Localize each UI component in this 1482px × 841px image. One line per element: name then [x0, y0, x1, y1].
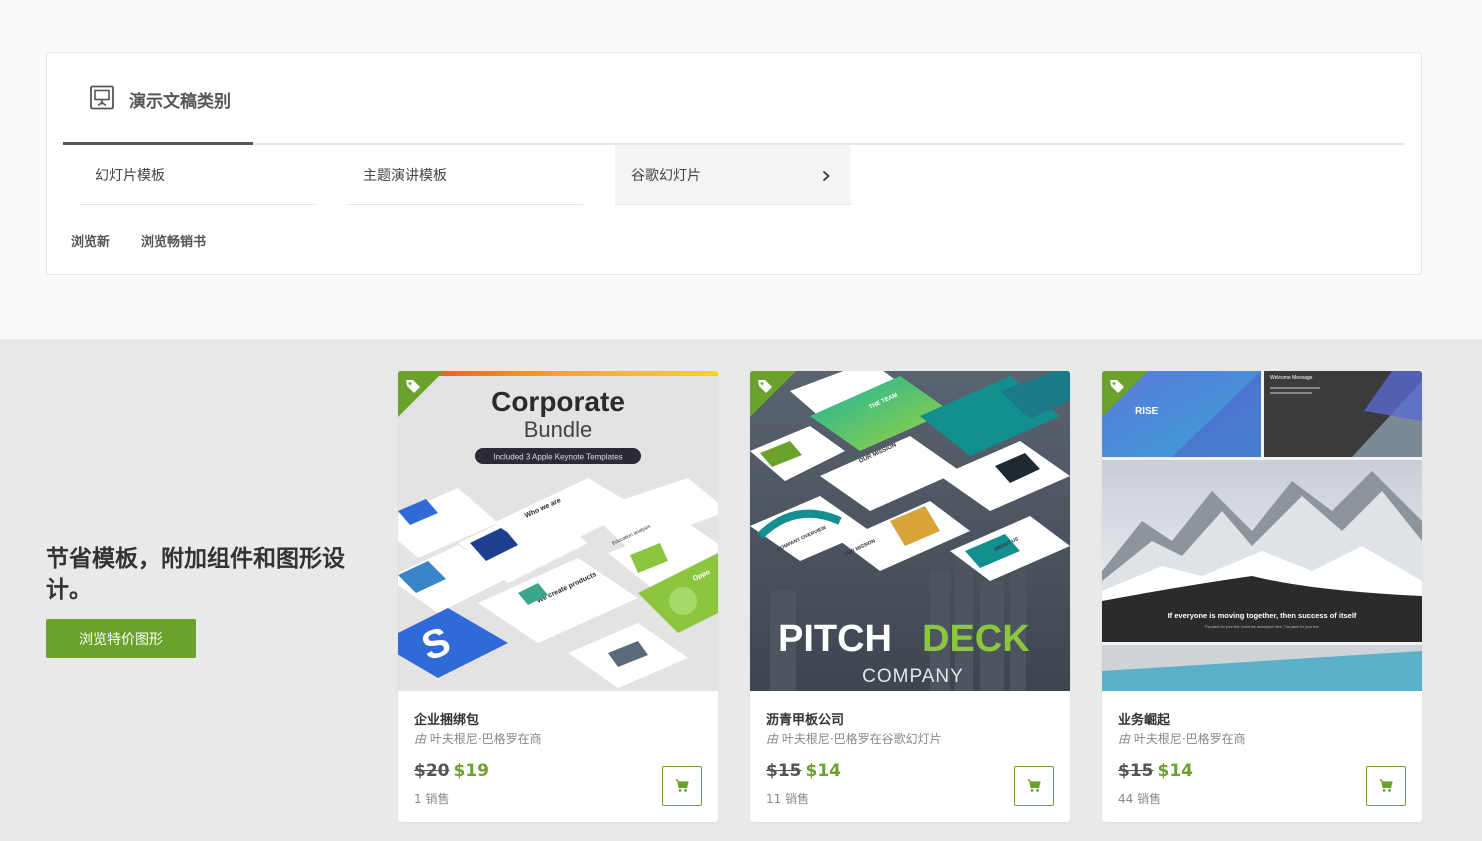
thumb-quote-sub: The place for your text. Insert the desc… [1205, 625, 1320, 629]
product-card[interactable]: RISE Welcome Message If everyone is movi… [1102, 371, 1422, 822]
sales-count: 11 销售 [766, 792, 810, 806]
product-thumbnail[interactable]: Corporate Bundle Included 3 Apple Keynot… [398, 371, 718, 691]
author-prefix: 由 [766, 732, 779, 746]
corporate-bundle-preview: Corporate Bundle Included 3 Apple Keynot… [398, 371, 718, 691]
price-row: $20 $19 [414, 761, 489, 781]
top-area: 演示文稿类别 幻灯片模板 主题演讲模板 谷歌幻灯片 浏览新 浏览畅销书 [0, 0, 1482, 339]
thumb-slide-title: RISE [1135, 406, 1159, 417]
add-to-cart-button[interactable] [1014, 766, 1054, 806]
presentation-icon [90, 85, 114, 110]
thumb-subtitle: COMPANY [862, 666, 964, 687]
business-rise-preview: RISE Welcome Message If everyone is movi… [1102, 371, 1422, 691]
thumb-subtitle: Bundle [524, 417, 593, 442]
tab-label: 主题演讲模板 [363, 167, 447, 184]
author-name[interactable]: 叶夫根尼·巴格罗在谷歌幻灯片 [782, 732, 942, 746]
sales-count: 44 销售 [1118, 792, 1162, 806]
price-row: $15 $14 [1118, 761, 1193, 781]
tab-keynote-templates[interactable]: 主题演讲模板 [347, 145, 583, 205]
product-author: 由 叶夫根尼·巴格罗在商 [414, 730, 542, 747]
promo-title: 节省模板，附加组件和图形设计。 [46, 546, 345, 603]
product-name[interactable]: 企业捆绑包 [414, 709, 479, 728]
panel-header: 演示文稿类别 [89, 85, 231, 113]
thumb-welcome: Welcome Message [1270, 375, 1313, 381]
category-panel: 演示文稿类别 幻灯片模板 主题演讲模板 谷歌幻灯片 浏览新 浏览畅销书 [46, 52, 1422, 275]
shopping-cart-icon [1379, 779, 1393, 792]
product-author: 由 叶夫根尼·巴格罗在商 [1118, 730, 1246, 747]
author-name[interactable]: 叶夫根尼·巴格罗在商 [430, 732, 542, 746]
tab-label: 谷歌幻灯片 [631, 167, 701, 184]
new-price: $19 [453, 761, 490, 781]
shopping-cart-icon [1027, 779, 1041, 792]
browse-deals-button[interactable]: 浏览特价图形 [46, 619, 196, 658]
shopping-cart-icon [675, 779, 689, 792]
new-price: $14 [1157, 761, 1194, 781]
old-price: $20 [414, 761, 450, 781]
thumb-badge: Included 3 Apple Keynote Templates [493, 453, 622, 462]
price-row: $15 $14 [766, 761, 841, 781]
pitch-deck-preview: THE TEAM OUR MISSION COMPANY OVERVIEW OU… [750, 371, 1070, 691]
tab-google-slides[interactable]: 谷歌幻灯片 [615, 145, 851, 205]
old-price: $15 [766, 761, 802, 781]
thumb-title-a: PITCH [778, 618, 892, 660]
sales-count: 1 销售 [414, 792, 450, 806]
add-to-cart-button[interactable] [662, 766, 702, 806]
chevron-right-icon [822, 170, 830, 182]
product-thumbnail[interactable]: THE TEAM OUR MISSION COMPANY OVERVIEW OU… [750, 371, 1070, 691]
thumb-quote: If everyone is moving together, then suc… [1168, 611, 1357, 620]
tab-slide-templates[interactable]: 幻灯片模板 [79, 145, 315, 205]
product-name[interactable]: 业务崛起 [1118, 709, 1170, 728]
product-card[interactable]: THE TEAM OUR MISSION COMPANY OVERVIEW OU… [750, 371, 1070, 822]
promo-section: 节省模板，附加组件和图形设计。 浏览特价图形 Corporate Bundle … [0, 339, 1482, 841]
product-card[interactable]: Corporate Bundle Included 3 Apple Keynot… [398, 371, 718, 822]
new-price: $14 [805, 761, 842, 781]
author-name[interactable]: 叶夫根尼·巴格罗在商 [1134, 732, 1246, 746]
thumb-title: Corporate [491, 386, 625, 417]
product-name[interactable]: 沥青甲板公司 [766, 709, 844, 728]
old-price: $15 [1118, 761, 1154, 781]
browse-new-link[interactable]: 浏览新 [71, 231, 110, 250]
panel-title: 演示文稿类别 [129, 91, 231, 112]
add-to-cart-button[interactable] [1366, 766, 1406, 806]
tab-label: 幻灯片模板 [95, 167, 165, 184]
product-thumbnail[interactable]: RISE Welcome Message If everyone is movi… [1102, 371, 1422, 691]
author-prefix: 由 [1118, 732, 1131, 746]
product-author: 由 叶夫根尼·巴格罗在谷歌幻灯片 [766, 730, 942, 747]
browse-bestsellers-link[interactable]: 浏览畅销书 [141, 231, 206, 250]
author-prefix: 由 [414, 732, 427, 746]
thumb-title-b: DECK [922, 618, 1030, 660]
